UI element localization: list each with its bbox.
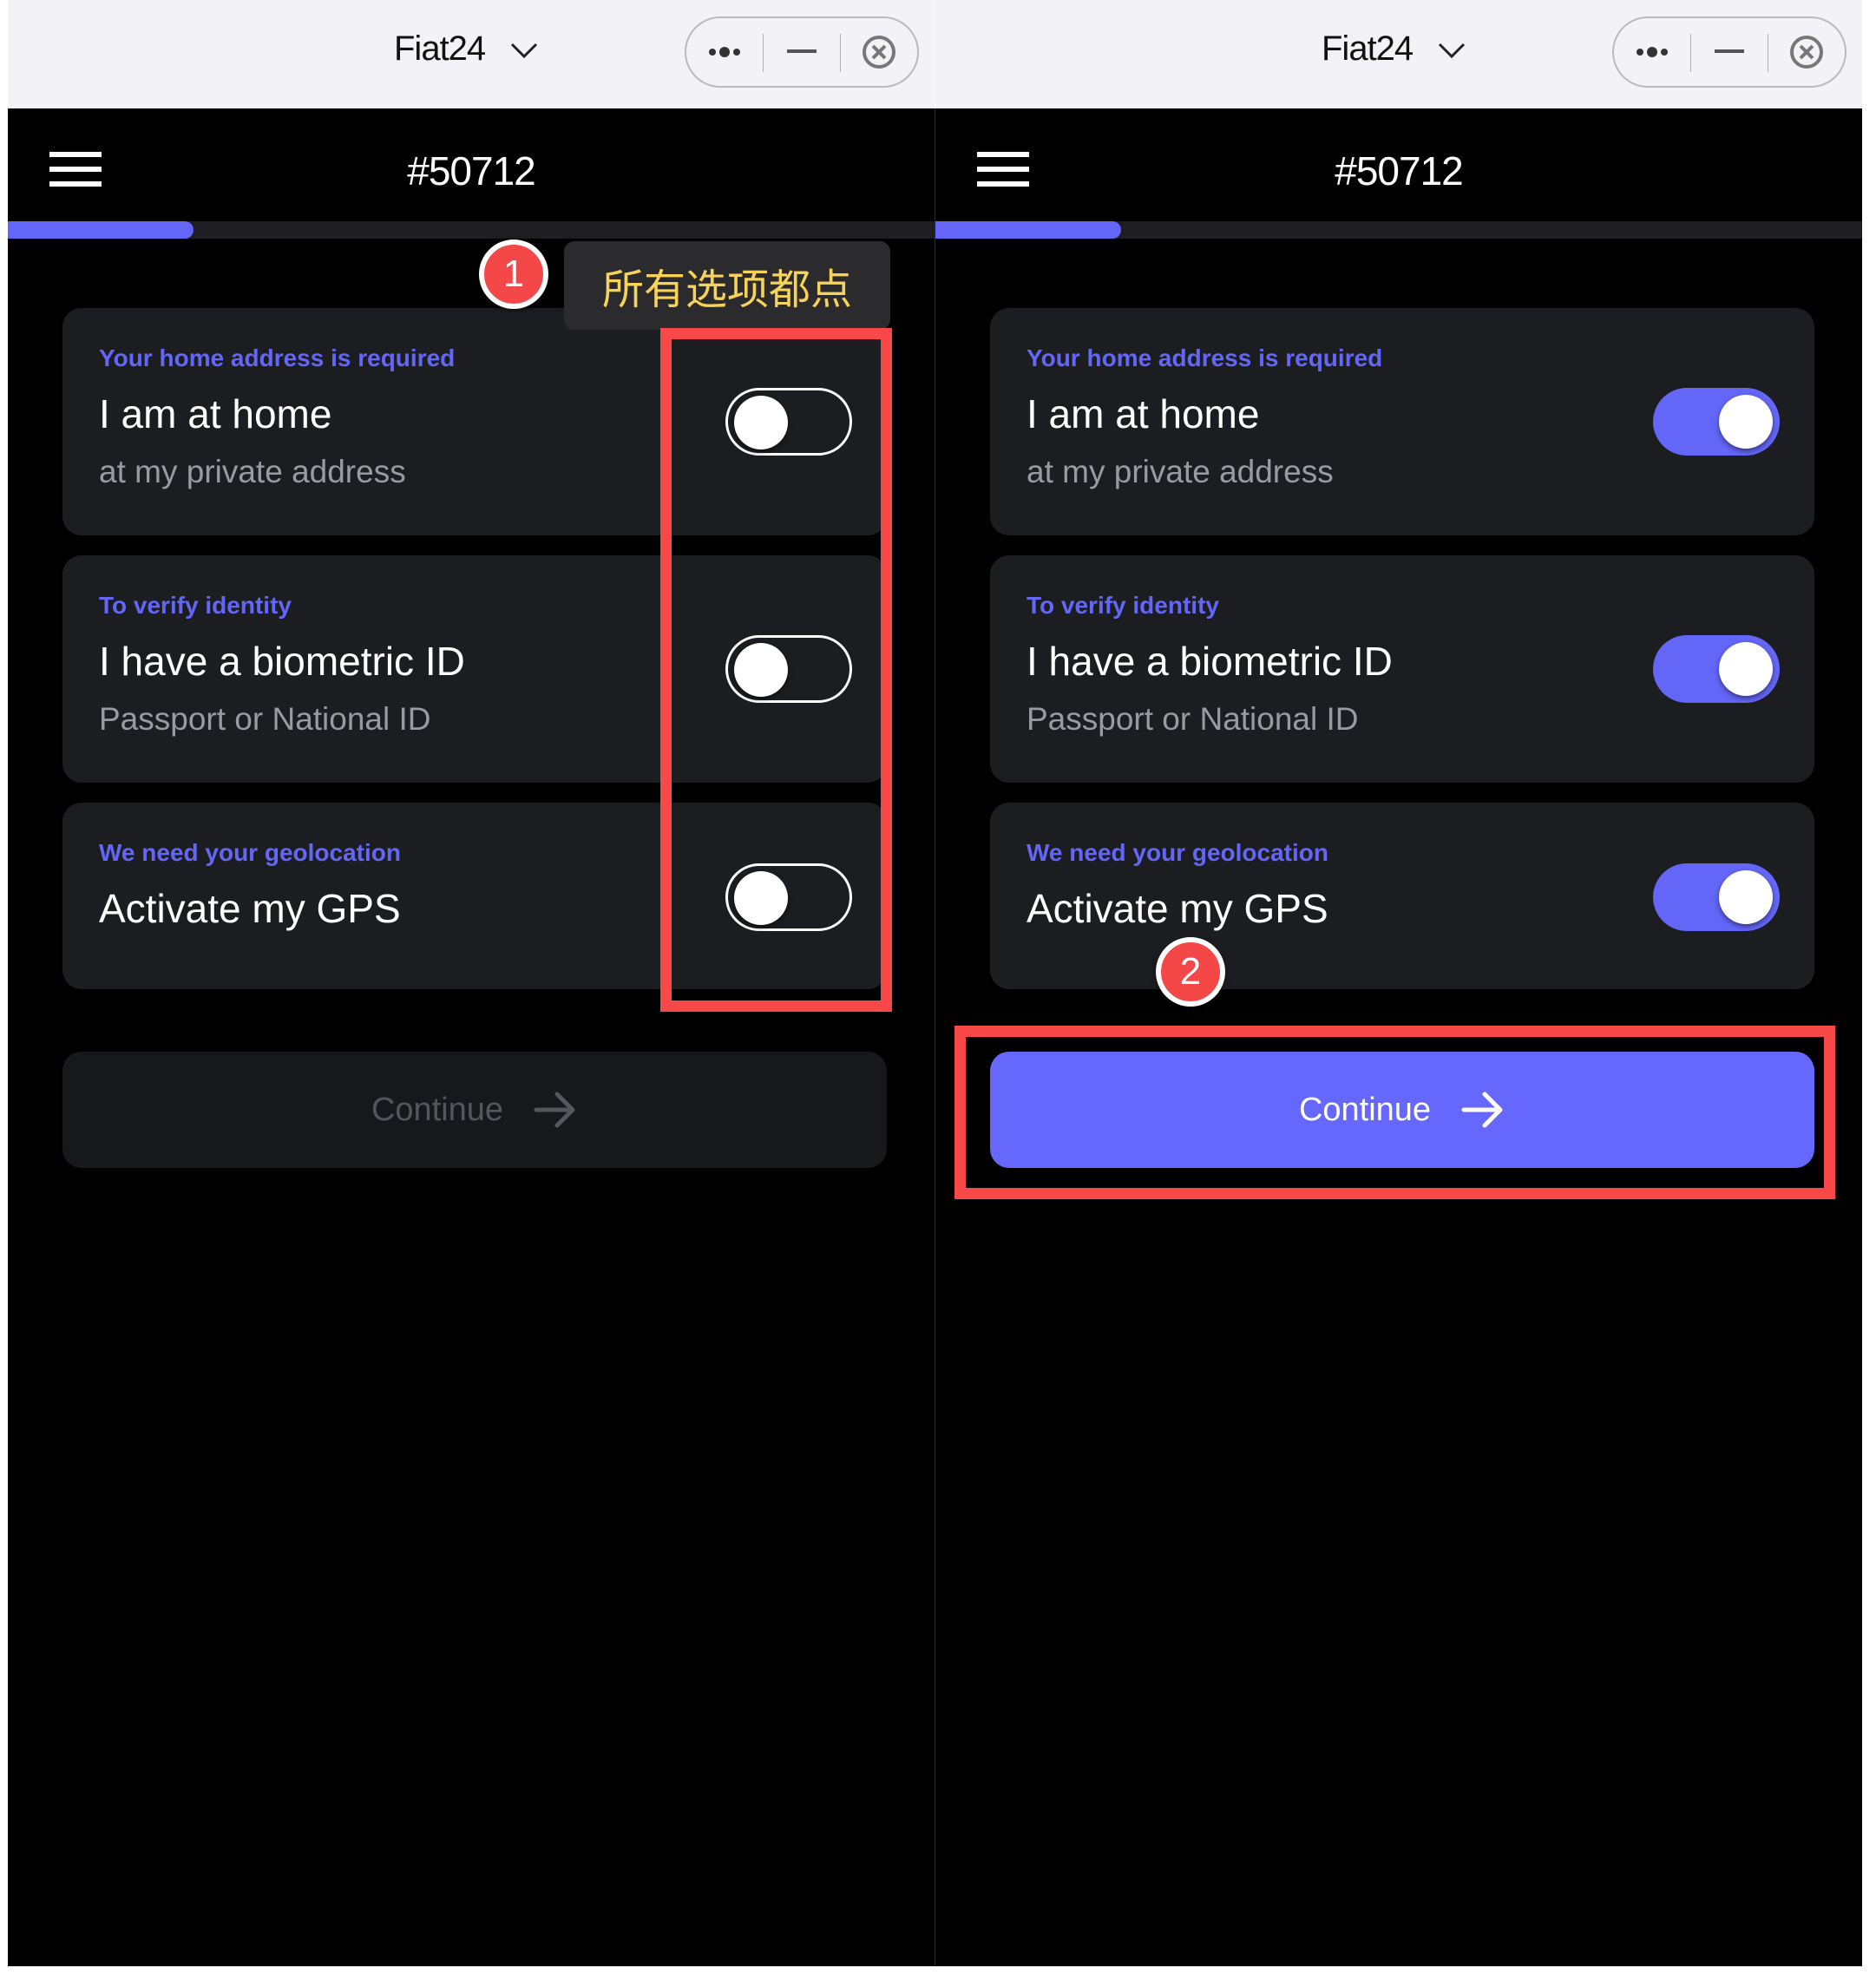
close-button[interactable] xyxy=(1768,18,1845,86)
close-circle-icon xyxy=(1790,36,1823,69)
continue-label: Continue xyxy=(371,1091,504,1128)
option-kicker: To verify identity xyxy=(1027,592,1219,619)
phone-panel-after: Fiat24 #50712 Your home address is requi… xyxy=(935,0,1862,1966)
option-subtitle: at my private address xyxy=(99,454,406,489)
app-header: #50712 xyxy=(935,108,1862,221)
arrow-right-icon xyxy=(534,1092,575,1128)
option-kicker: Your home address is required xyxy=(99,344,456,371)
toggle-knob xyxy=(1719,642,1773,696)
progress-fill xyxy=(935,221,1121,239)
option-subtitle: Passport or National ID xyxy=(1027,701,1359,737)
option-card-home: Your home address is required I am at ho… xyxy=(990,308,1814,535)
chevron-down-icon[interactable] xyxy=(1434,33,1469,68)
progress-fill xyxy=(8,221,194,239)
option-kicker: We need your geolocation xyxy=(99,839,401,866)
option-title: I am at home xyxy=(99,391,332,436)
window-capsule xyxy=(685,16,919,88)
option-subtitle: Passport or National ID xyxy=(99,701,431,737)
more-button[interactable] xyxy=(686,18,763,86)
more-dots-icon xyxy=(1637,47,1668,57)
continue-button[interactable]: Continue xyxy=(62,1052,887,1168)
option-title: Activate my GPS xyxy=(99,886,401,931)
step-2-badge: 2 xyxy=(1156,937,1225,1007)
option-title: I am at home xyxy=(1027,391,1260,436)
toggle-biometric[interactable] xyxy=(1653,635,1780,703)
minimize-button[interactable] xyxy=(764,18,840,86)
more-dots-icon xyxy=(709,47,740,57)
toggles-highlight-box xyxy=(660,328,892,1012)
option-card-gps: We need your geolocation Activate my GPS xyxy=(990,803,1814,989)
toggle-knob xyxy=(1719,870,1773,924)
app-header: #50712 xyxy=(8,108,935,221)
toggle-knob xyxy=(1719,395,1773,449)
option-card-biometric: To verify identity I have a biometric ID… xyxy=(990,555,1814,783)
option-title: I have a biometric ID xyxy=(1027,639,1393,684)
toggle-gps[interactable] xyxy=(1653,863,1780,931)
option-title: Activate my GPS xyxy=(1027,886,1328,931)
account-number: #50712 xyxy=(407,148,536,194)
instruction-tooltip: 所有选项都点 xyxy=(564,241,890,330)
progress-bar xyxy=(8,221,935,239)
app-title: Fiat24 xyxy=(1322,30,1414,68)
option-kicker: To verify identity xyxy=(99,592,292,619)
minimize-button[interactable] xyxy=(1691,18,1768,86)
close-circle-icon xyxy=(863,36,895,69)
step-1-badge: 1 xyxy=(479,239,548,309)
app-title: Fiat24 xyxy=(394,30,486,68)
more-button[interactable] xyxy=(1614,18,1690,86)
option-kicker: We need your geolocation xyxy=(1027,839,1328,866)
toggle-home[interactable] xyxy=(1653,388,1780,456)
continue-highlight-box xyxy=(954,1026,1835,1199)
option-subtitle: at my private address xyxy=(1027,454,1334,489)
option-title: I have a biometric ID xyxy=(99,639,465,684)
option-kicker: Your home address is required xyxy=(1027,344,1383,371)
close-button[interactable] xyxy=(841,18,917,86)
mini-app-titlebar: Fiat24 xyxy=(935,0,1862,109)
progress-bar xyxy=(935,221,1862,239)
minimize-icon xyxy=(1715,49,1744,53)
mini-app-titlebar: Fiat24 xyxy=(8,0,935,109)
window-capsule xyxy=(1612,16,1846,88)
minimize-icon xyxy=(787,49,817,53)
chevron-down-icon[interactable] xyxy=(507,33,541,68)
account-number: #50712 xyxy=(1335,148,1464,194)
